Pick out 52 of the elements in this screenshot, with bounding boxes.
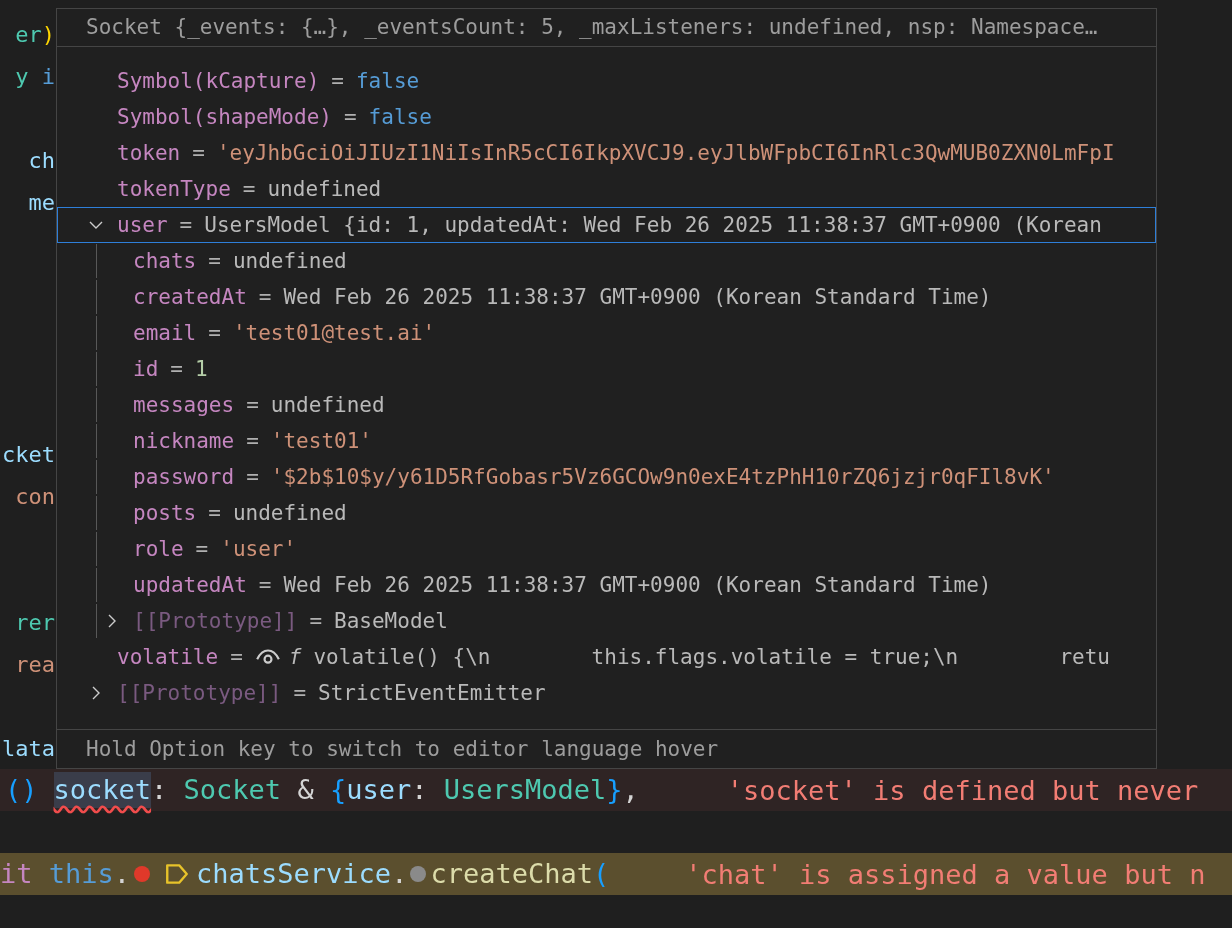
- code-token: .: [113, 857, 131, 891]
- code-fragment: rer: [14, 609, 55, 635]
- code-token: this: [47, 857, 114, 891]
- code-token: Socket: [183, 773, 282, 807]
- variable-row[interactable]: chats = undefined: [57, 243, 1156, 279]
- variable-row[interactable]: volatile = f volatile() {\n this.flags.volatile = true;\n retu: [57, 639, 1156, 675]
- code-fragment: lata: [1, 735, 55, 761]
- code-token: createChat: [430, 857, 593, 891]
- code-token: (): [5, 773, 38, 807]
- variable-row[interactable]: id = 1: [57, 351, 1156, 387]
- code-token: .: [391, 857, 408, 891]
- code-token: ,: [622, 773, 639, 807]
- variable-row[interactable]: user = UsersModel {id: 1, updatedAt: Wed Feb 26 2025 11:38:37 GMT+0900 (Korean: [57, 207, 1156, 243]
- code-token: :: [151, 773, 169, 807]
- variable-row[interactable]: messages = undefined: [57, 387, 1156, 423]
- diagnostic-message: 'chat' is assigned a value but n: [685, 858, 1206, 890]
- variable-row[interactable]: createdAt = Wed Feb 26 2025 11:38:37 GMT+0900 (Korean Standard Time): [57, 279, 1156, 315]
- variable-row[interactable]: [[Prototype]] = BaseModel: [57, 603, 1156, 639]
- variable-row[interactable]: role = 'user': [57, 531, 1156, 567]
- variable-row[interactable]: Symbol(shapeMode) = false: [57, 99, 1156, 135]
- code-token: chatsService: [196, 857, 392, 891]
- dot-icon: [410, 866, 427, 882]
- code-fragment: cket: [1, 441, 55, 467]
- breakpoint-dot-icon[interactable]: [134, 866, 151, 882]
- diagnostic-message: 'socket' is defined but never: [726, 774, 1199, 806]
- hover-header: Socket {_events: {…}, _eventsCount: 5, _maxListeners: undefined, nsp: Namespace…: [57, 9, 1156, 47]
- code-token: &: [296, 773, 315, 807]
- code-token: }: [606, 773, 623, 807]
- code-token: it: [0, 857, 33, 891]
- variable-row[interactable]: password = '$2b$10$y/y61D5RfGobasr5Vz6GCOw9n0exE4tzPhH10rZQ6jzjr0qFIl8vK': [57, 459, 1156, 495]
- code-token: user: [346, 773, 412, 807]
- code-token: UsersModel: [443, 773, 607, 807]
- variable-row[interactable]: tokenType = undefined: [57, 171, 1156, 207]
- code-token: socket: [53, 772, 152, 808]
- code-fragment: me: [27, 189, 55, 215]
- code-fragment: ch: [27, 147, 55, 173]
- code-token: :: [411, 773, 429, 807]
- variable-row[interactable]: nickname = 'test01': [57, 423, 1156, 459]
- code-fragment: rea: [14, 651, 55, 677]
- variable-row[interactable]: token = 'eyJhbGciOiJIUzI1NiIsInR5cCI6IkpXVCJ9.eyJlbWFpbCI6InRlc3QwMUB0ZXN0LmFpI: [57, 135, 1156, 171]
- code-token: (: [592, 857, 610, 891]
- variable-row[interactable]: Symbol(kCapture) = false: [57, 63, 1156, 99]
- code-token: {: [329, 773, 347, 807]
- code-fragment: con: [14, 483, 55, 509]
- variable-row[interactable]: [[Prototype]] = StrictEventEmitter: [57, 675, 1156, 711]
- variable-row[interactable]: updatedAt = Wed Feb 26 2025 11:38:37 GMT+0900 (Korean Standard Time): [57, 567, 1156, 603]
- tag-icon[interactable]: [164, 861, 191, 887]
- code-fragment: er): [14, 21, 55, 47]
- variable-row[interactable]: posts = undefined: [57, 495, 1156, 531]
- code-fragment: y i: [14, 63, 55, 89]
- variable-row[interactable]: email = 'test01@test.ai': [57, 315, 1156, 351]
- hover-footer: Hold Option key to switch to editor language hover: [57, 729, 1156, 768]
